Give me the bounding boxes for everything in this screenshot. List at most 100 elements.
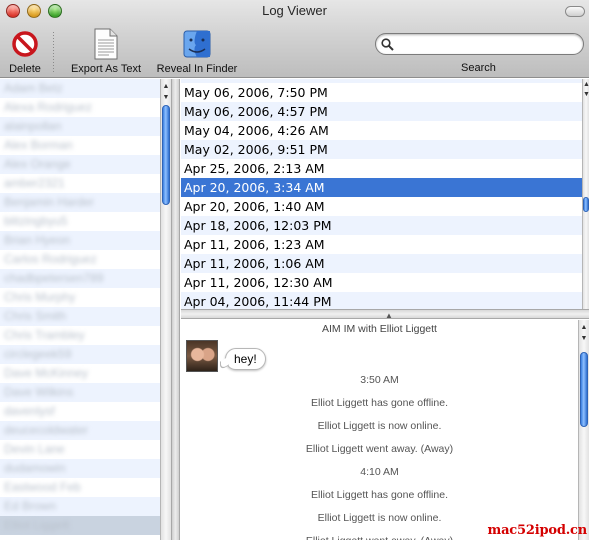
log-date-row[interactable]: Apr 11, 2006, 1:23 AM — [181, 235, 582, 254]
horizontal-split-divider[interactable]: ▲ — [181, 309, 589, 320]
contact-list-item[interactable]: Dave Wilkins — [0, 383, 160, 402]
contact-list-item[interactable]: Chris Trambley — [0, 326, 160, 345]
contact-list-item[interactable]: davenlysf — [0, 402, 160, 421]
window-toolbar: Log Viewer Delete Export As Text Reveal … — [0, 0, 589, 78]
finder-icon — [183, 30, 211, 58]
scroll-down-arrow-icon[interactable]: ▼ — [583, 89, 589, 100]
contact-list-item[interactable]: Chris Smith — [0, 307, 160, 326]
transcript-scrollbar[interactable]: ▲ ▼ — [578, 320, 589, 540]
contact-list-item[interactable]: circlegeek59 — [0, 345, 160, 364]
chat-transcript: AIM IM with Elliot Liggett hey! 3:50 AM E… — [181, 320, 578, 540]
contact-name: Adam Betz — [4, 81, 63, 95]
split-grip-icon[interactable]: ▲ — [385, 311, 393, 320]
contacts-list[interactable]: Adam Betz Alexa Rodriguez alainpollan Alex … — [0, 79, 160, 540]
toolbar-separator — [53, 32, 54, 72]
toolbar-toggle-button[interactable] — [565, 6, 585, 17]
export-as-text-button[interactable]: Export As Text — [64, 28, 148, 75]
dates-scrollbar[interactable]: ▲ ▼ — [582, 79, 589, 309]
vertical-split-divider[interactable] — [171, 79, 180, 540]
log-date-row[interactable]: May 06, 2006, 4:57 PM — [181, 102, 582, 121]
contact-name: Ed Brown — [4, 499, 57, 513]
delete-icon — [12, 31, 38, 57]
contact-list-item[interactable]: Dave McKinney — [0, 364, 160, 383]
contact-list-item[interactable]: Elliot Liggett — [0, 516, 160, 535]
site-watermark: mac52ipod.cn — [487, 523, 588, 538]
log-date-row[interactable]: May 04, 2006, 4:26 AM — [181, 121, 582, 140]
contacts-scroll-thumb[interactable] — [162, 105, 170, 205]
contact-name: Brian Hyeon — [4, 233, 71, 247]
window-title: Log Viewer — [262, 3, 327, 18]
export-label: Export As Text — [70, 63, 142, 75]
contact-list-item[interactable]: chadbpetersen789 — [0, 269, 160, 288]
delete-button[interactable]: Delete — [6, 28, 44, 75]
contact-list-item[interactable]: dudamowin — [0, 459, 160, 478]
contact-list-item[interactable]: alainpollan — [0, 117, 160, 136]
contact-name: Chris Trambley — [4, 328, 85, 342]
contact-list-item[interactable]: Devin Lane — [0, 440, 160, 459]
contact-list-item[interactable]: Alex Borman — [0, 136, 160, 155]
contact-list-item[interactable]: Chris Murphy — [0, 288, 160, 307]
reveal-in-finder-button[interactable]: Reveal In Finder — [152, 28, 242, 75]
contacts-scrollbar[interactable]: ▲ ▼ — [160, 79, 171, 540]
contact-list-item[interactable]: Alex Orange — [0, 155, 160, 174]
contact-name: blitzingbyu5 — [4, 214, 68, 228]
transcript-scroll-thumb[interactable] — [580, 352, 588, 427]
contact-name: amber2321 — [4, 176, 65, 190]
status-event: Elliot Liggett went away. (Away) — [305, 443, 454, 455]
log-date-row[interactable]: Apr 04, 2006, 11:44 PM — [181, 292, 582, 309]
reveal-label: Reveal In Finder — [156, 63, 238, 75]
log-date-row[interactable]: Apr 20, 2006, 3:34 AM — [181, 178, 582, 197]
log-date-row[interactable]: Apr 11, 2006, 1:06 AM — [181, 254, 582, 273]
contact-list-item[interactable]: blitzingbyu5 — [0, 212, 160, 231]
scroll-down-arrow-icon[interactable]: ▼ — [161, 92, 171, 103]
search-icon — [381, 38, 394, 51]
contact-name: Chris Smith — [4, 309, 67, 323]
contact-name: Eastwood Feb — [4, 480, 81, 494]
contact-name: Alex Borman — [4, 138, 73, 152]
document-icon — [94, 28, 118, 60]
transcript-header: AIM IM with Elliot Liggett — [322, 323, 437, 335]
timestamp-label: 4:10 AM — [360, 466, 399, 478]
contact-name: deucecoldwater — [4, 423, 89, 437]
contact-name: chadbpetersen789 — [4, 271, 104, 285]
search-input[interactable] — [398, 36, 576, 52]
timestamp-label: 3:50 AM — [360, 374, 399, 386]
contact-name: Dave McKinney — [4, 366, 89, 380]
delete-label: Delete — [9, 63, 41, 75]
scroll-down-arrow-icon[interactable]: ▼ — [579, 333, 589, 344]
contact-name: Devin Lane — [4, 442, 65, 456]
dates-scroll-thumb[interactable] — [583, 197, 589, 212]
contact-list-item[interactable]: Carlos Rodriguez — [0, 250, 160, 269]
contact-list-item[interactable]: amber2321 — [0, 174, 160, 193]
buddy-avatar — [186, 340, 218, 372]
contact-name: Elliot Liggett — [4, 518, 70, 532]
scroll-up-arrow-icon[interactable]: ▲ — [161, 81, 171, 92]
search-item: Search — [375, 33, 584, 74]
message-bubble: hey! — [225, 348, 266, 370]
log-dates-table[interactable]: May 06, 2006, 7:50 PM May 06, 2006, 4:57 … — [181, 79, 582, 309]
log-date-row[interactable]: Apr 25, 2006, 2:13 AM — [181, 159, 582, 178]
status-event: Elliot Liggett is now online. — [317, 420, 442, 432]
search-field[interactable] — [375, 33, 584, 55]
log-date-row[interactable]: Apr 20, 2006, 1:40 AM — [181, 197, 582, 216]
contact-name: davenlysf — [4, 404, 55, 418]
log-date-row[interactable]: May 06, 2006, 7:50 PM — [181, 83, 582, 102]
contact-list-item[interactable]: Ed Brown — [0, 497, 160, 516]
contact-name: circlegeek59 — [4, 347, 72, 361]
contact-list-item[interactable]: Eastwood Feb — [0, 478, 160, 497]
contact-list-item[interactable]: Benjamin Harder — [0, 193, 160, 212]
contact-name: Alex Orange — [4, 157, 71, 171]
scroll-up-arrow-icon[interactable]: ▲ — [579, 322, 589, 333]
status-event: Elliot Liggett has gone offline. — [311, 489, 448, 501]
contact-list-item[interactable]: Alexa Rodriguez — [0, 98, 160, 117]
contact-list-item[interactable]: Adam Betz — [0, 79, 160, 98]
contact-list-item[interactable]: deucecoldwater — [0, 421, 160, 440]
log-date-row[interactable]: Apr 18, 2006, 12:03 PM — [181, 216, 582, 235]
status-event: Elliot Liggett has gone offline. — [311, 397, 448, 409]
contact-name: Carlos Rodriguez — [4, 252, 97, 266]
contact-name: Dave Wilkins — [4, 385, 74, 399]
contact-list-item[interactable]: Brian Hyeon — [0, 231, 160, 250]
contact-name: alainpollan — [4, 119, 62, 133]
log-date-row[interactable]: Apr 11, 2006, 12:30 AM — [181, 273, 582, 292]
log-date-row[interactable]: May 02, 2006, 9:51 PM — [181, 140, 582, 159]
